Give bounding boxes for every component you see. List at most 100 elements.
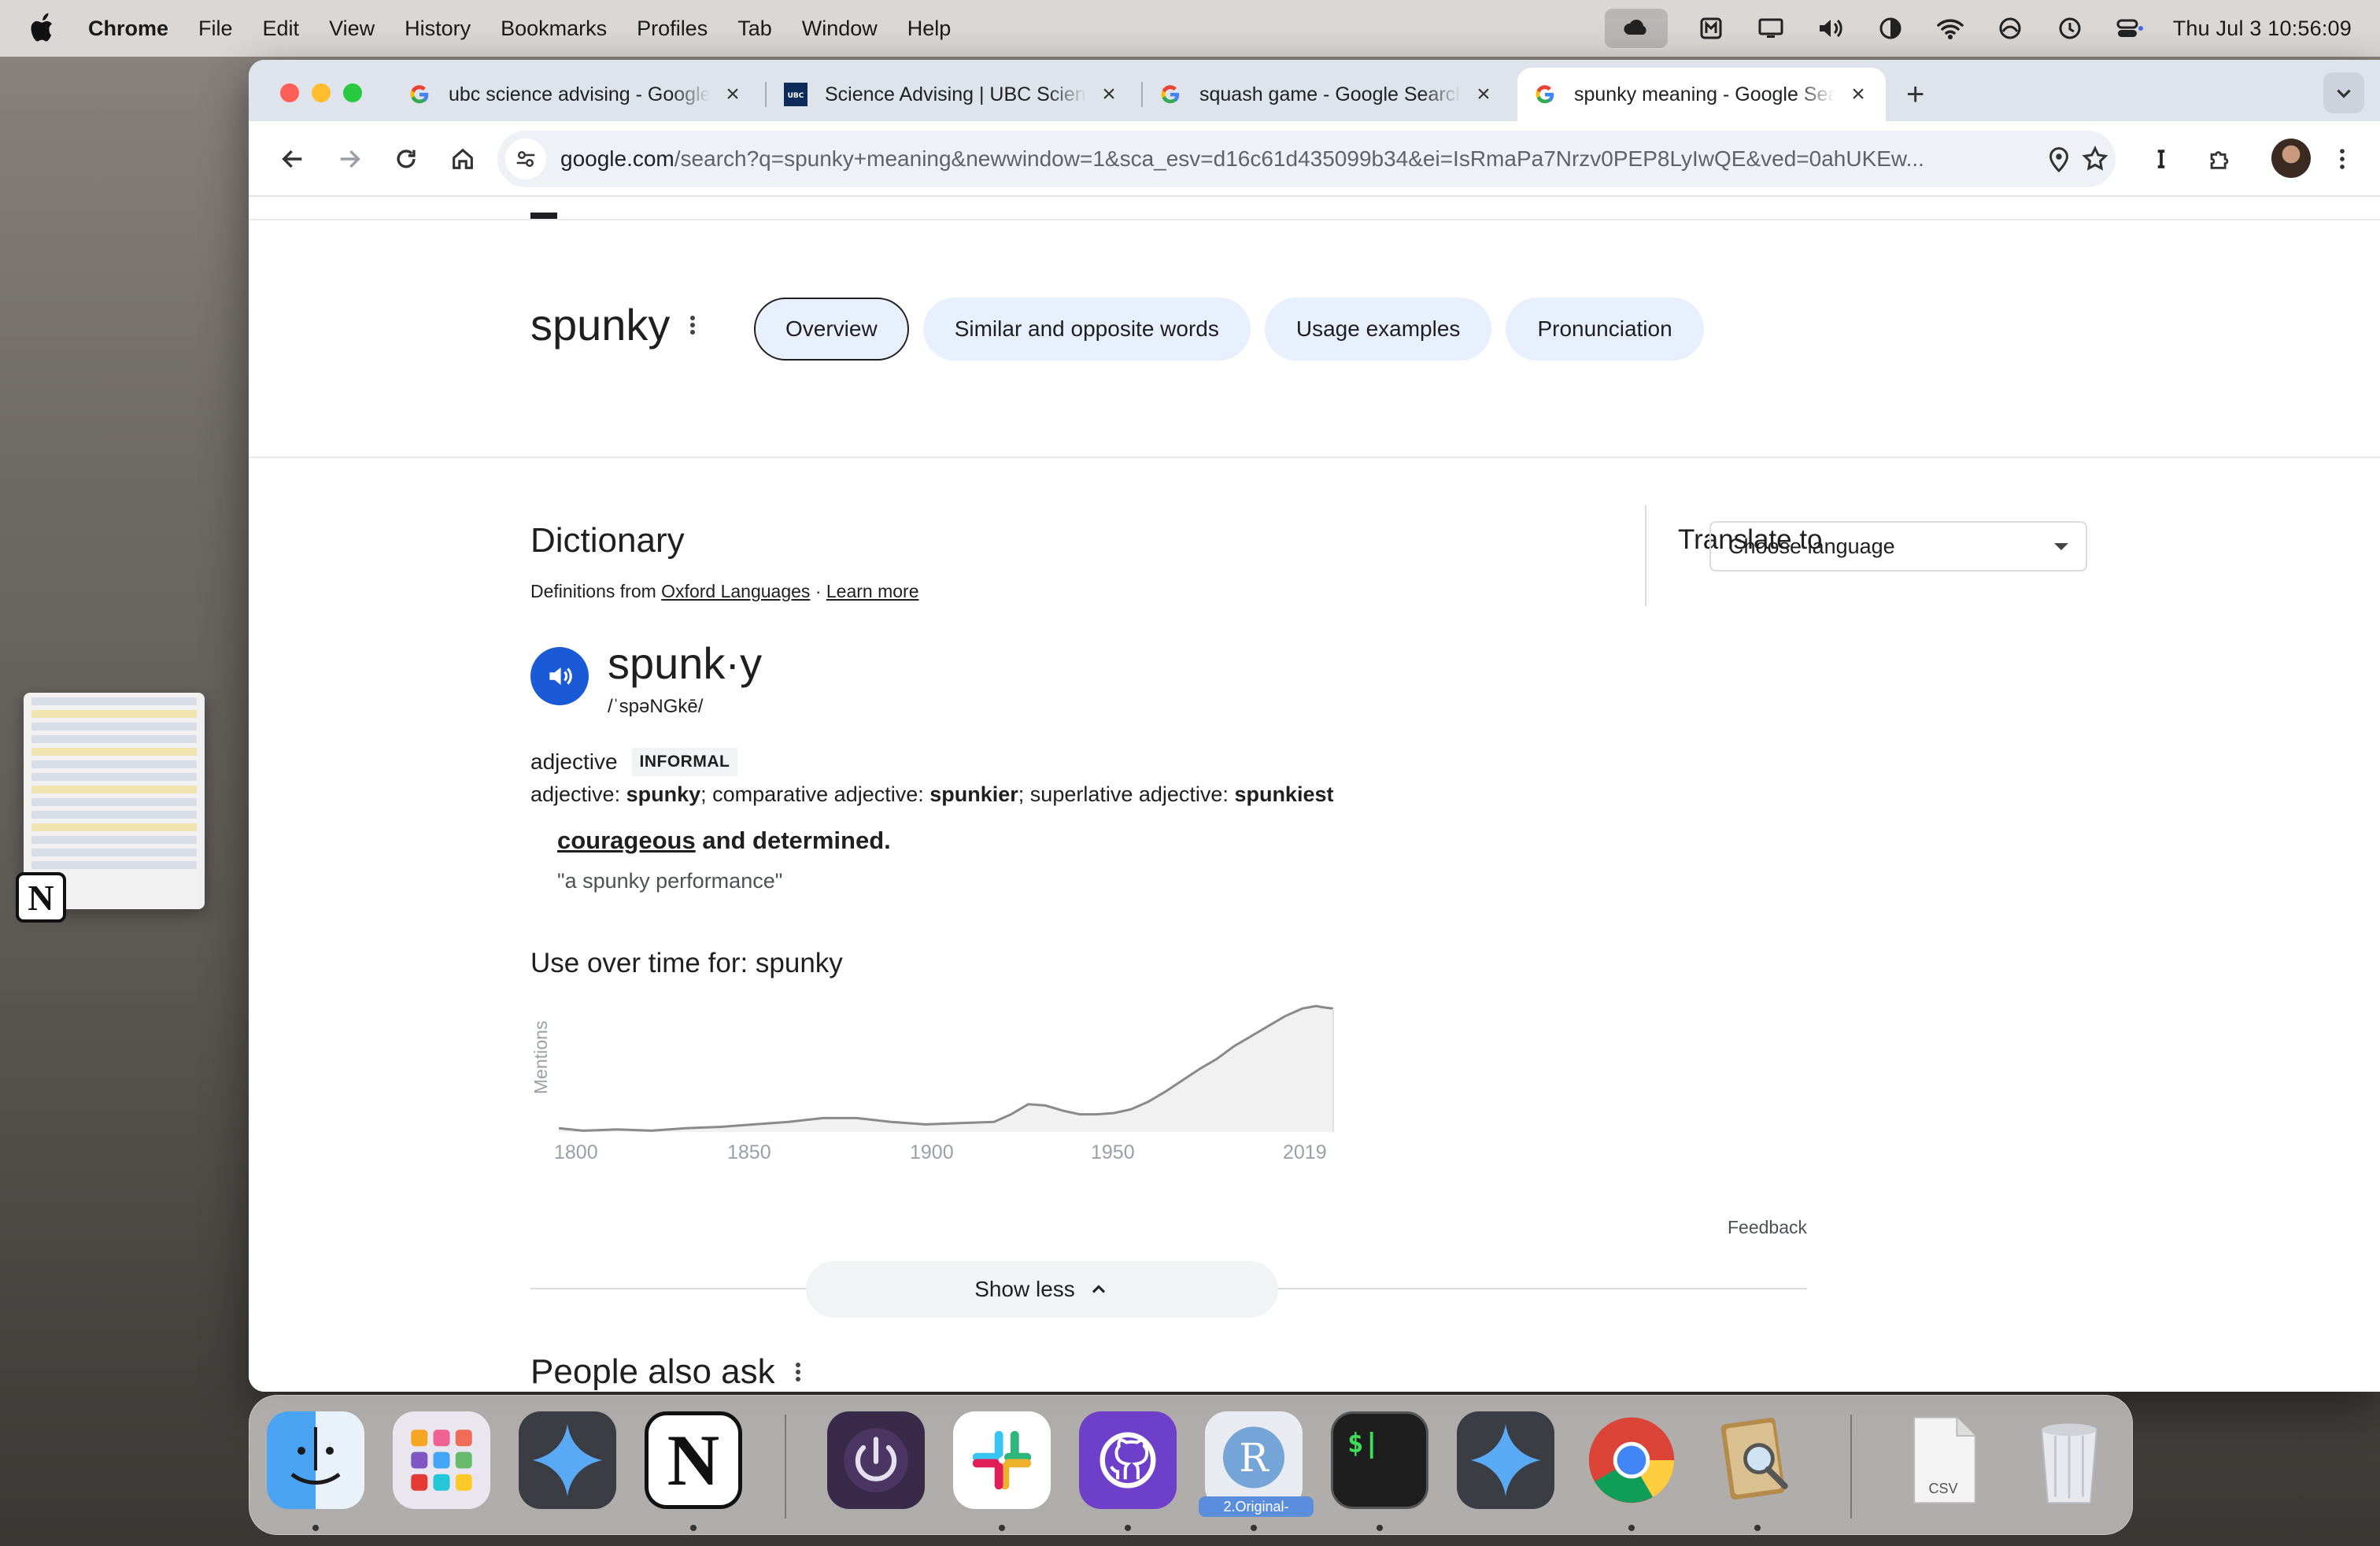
- back-arrow-icon: [282, 150, 302, 168]
- show-less-button[interactable]: Show less: [806, 1261, 1278, 1318]
- bookmark-star-icon[interactable]: [2081, 145, 2109, 173]
- chip-pronunciation[interactable]: Pronunciation: [1506, 298, 1704, 361]
- menu-bookmarks[interactable]: Bookmarks: [501, 17, 607, 41]
- power-app-icon[interactable]: [827, 1411, 925, 1509]
- part-of-speech-label: adjective: [530, 749, 618, 774]
- copilot-star-app-icon[interactable]: [519, 1411, 616, 1509]
- play-pronunciation-button[interactable]: [530, 647, 589, 705]
- site-info-button[interactable]: [505, 139, 546, 179]
- menu-edit[interactable]: Edit: [263, 17, 300, 41]
- browser-toolbar: google.com/search?q=spunky+meaning&newwi…: [249, 121, 2380, 197]
- menu-profiles[interactable]: Profiles: [637, 17, 708, 41]
- definition-link[interactable]: courageous: [557, 827, 696, 854]
- address-bar[interactable]: google.com/search?q=spunky+meaning&newwi…: [497, 131, 2116, 187]
- terminal-app-icon[interactable]: $|: [1331, 1411, 1428, 1509]
- usage-area-fill: [559, 1006, 1333, 1132]
- wifi-icon[interactable]: [1934, 14, 1967, 43]
- learn-more-link[interactable]: Learn more: [826, 581, 919, 601]
- finder-app-icon[interactable]: [267, 1411, 364, 1509]
- register-badge: INFORMAL: [631, 748, 738, 776]
- show-less-label: Show less: [974, 1277, 1075, 1301]
- close-tab-icon[interactable]: ×: [1097, 83, 1121, 106]
- profile-avatar[interactable]: [2271, 139, 2311, 178]
- form-value: spunkier: [929, 782, 1018, 806]
- close-tab-icon[interactable]: ×: [721, 83, 745, 106]
- dictionary-title: Dictionary: [530, 521, 685, 560]
- menu-app-name[interactable]: Chrome: [88, 17, 168, 41]
- menu-tab[interactable]: Tab: [737, 17, 772, 41]
- github-desktop-app-icon[interactable]: [1079, 1411, 1177, 1509]
- launchpad-app-icon[interactable]: [393, 1411, 490, 1509]
- focus-icon[interactable]: [1994, 14, 2027, 43]
- back-button[interactable]: [274, 140, 312, 178]
- display-icon[interactable]: [1754, 14, 1787, 43]
- chevron-up-icon: [1092, 1285, 1105, 1293]
- extension-i-button[interactable]: [2142, 140, 2180, 178]
- tab-science-advising-ubc[interactable]: UBC Science Advising | UBC Science ×: [768, 68, 1136, 121]
- chip-similar-opposite-words[interactable]: Similar and opposite words: [922, 298, 1251, 361]
- music-app-icon[interactable]: [1694, 14, 1728, 43]
- tab-search-button[interactable]: [2323, 72, 2364, 113]
- rstudio-badge: 2.Original-: [1199, 1496, 1314, 1517]
- new-tab-button[interactable]: +: [1906, 79, 1924, 110]
- definition: courageous and determined.: [557, 827, 891, 855]
- translate-divider: [1645, 505, 1646, 606]
- running-indicator: [1251, 1525, 1257, 1531]
- form-label: ; comparative adjective:: [700, 782, 930, 806]
- tab-ubc-science-advising-search[interactable]: ubc science advising - Google Search ×: [392, 68, 760, 121]
- source-prefix: Definitions from: [530, 581, 656, 601]
- time-machine-icon[interactable]: [2053, 14, 2086, 43]
- close-window-button[interactable]: [280, 83, 299, 102]
- menu-view[interactable]: View: [329, 17, 375, 41]
- contrast-icon[interactable]: [1874, 14, 1907, 43]
- control-center-icon[interactable]: [2113, 14, 2146, 43]
- chip-usage-examples[interactable]: Usage examples: [1264, 298, 1492, 361]
- more-options-icon[interactable]: [794, 1358, 802, 1386]
- preview-app-icon[interactable]: [1709, 1411, 1806, 1509]
- csv-label: CSV: [1928, 1481, 1958, 1496]
- reload-button[interactable]: [387, 140, 425, 178]
- language-select[interactable]: Choose language: [1709, 521, 2087, 571]
- search-results-page: spunky Overview Similar and opposite wor…: [249, 197, 2380, 1392]
- tab-spunky-meaning-search[interactable]: spunky meaning - Google Search ×: [1517, 68, 1886, 121]
- dictionary-source: Definitions from Oxford Languages · Lear…: [530, 581, 919, 602]
- location-pin-icon[interactable]: [2045, 145, 2073, 173]
- chrome-menu-button[interactable]: [2323, 140, 2361, 178]
- menu-help[interactable]: Help: [907, 17, 952, 41]
- extensions-button[interactable]: [2201, 140, 2238, 178]
- forward-button[interactable]: [331, 140, 368, 178]
- trash-icon[interactable]: [2020, 1411, 2118, 1509]
- more-options-icon[interactable]: [689, 311, 697, 339]
- menubar-clock[interactable]: Thu Jul 3 10:56:09: [2173, 17, 2352, 41]
- url-text[interactable]: google.com/search?q=spunky+meaning&newwi…: [560, 146, 1993, 172]
- menu-history[interactable]: History: [405, 17, 471, 41]
- chrome-app-icon[interactable]: [1583, 1411, 1680, 1509]
- rstudio-app-icon[interactable]: R: [1205, 1411, 1303, 1509]
- slack-app-icon[interactable]: [953, 1411, 1051, 1509]
- running-indicator: [312, 1525, 319, 1531]
- volume-icon[interactable]: [1814, 14, 1847, 43]
- more-vert-icon: [2340, 149, 2345, 169]
- chevron-down-icon: [2337, 89, 2351, 98]
- close-tab-icon[interactable]: ×: [1846, 83, 1870, 106]
- notion-app-icon[interactable]: N: [16, 872, 66, 923]
- feedback-link[interactable]: Feedback: [1473, 1217, 1807, 1238]
- zoom-window-button[interactable]: [343, 83, 362, 102]
- menu-file[interactable]: File: [198, 17, 233, 41]
- apple-menu-icon[interactable]: [28, 11, 60, 46]
- word-header: spunky: [530, 299, 697, 350]
- tab-squash-game-search[interactable]: squash game - Google Search ×: [1143, 68, 1511, 121]
- cloud-sync-icon[interactable]: [1604, 9, 1668, 48]
- terminal-glyph: $|: [1347, 1428, 1380, 1459]
- chip-overview[interactable]: Overview: [754, 298, 909, 361]
- close-tab-icon[interactable]: ×: [1472, 83, 1495, 106]
- form-value: spunkiest: [1234, 782, 1334, 806]
- home-button[interactable]: [444, 140, 482, 178]
- minimize-window-button[interactable]: [312, 83, 331, 102]
- notion-dock-icon[interactable]: N: [645, 1411, 742, 1509]
- copilot-star-app-icon-2[interactable]: [1457, 1411, 1554, 1509]
- oxford-languages-link[interactable]: Oxford Languages: [661, 581, 810, 601]
- x-tick-label: 1850: [727, 1141, 771, 1163]
- menu-window[interactable]: Window: [802, 17, 878, 41]
- csv-file-icon[interactable]: CSV: [1894, 1411, 1992, 1509]
